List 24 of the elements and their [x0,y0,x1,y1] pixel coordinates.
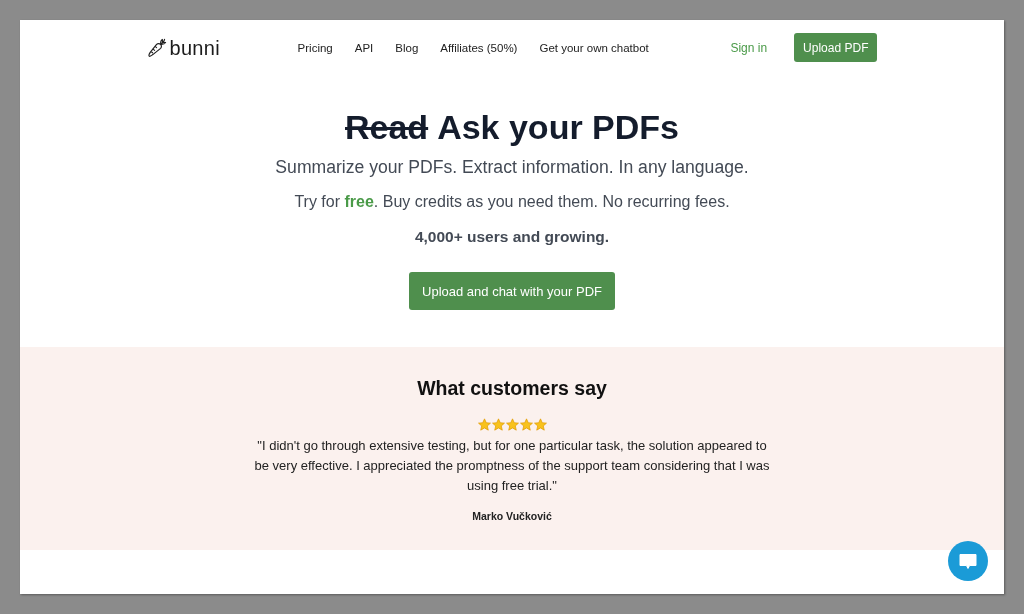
star-icon [519,418,533,431]
nav-link[interactable]: Affiliates (50%) [440,40,518,55]
nav-link[interactable]: Blog [395,40,419,55]
hero-heading: Ask your PDFs [437,107,679,148]
users-count-text: 4,000+ users and growing. [414,227,610,247]
logo-text[interactable]: bunni [169,36,220,59]
star-icon [491,418,505,431]
hero-subtitle: Summarize your PDFs. Extract information. In any language. [275,156,749,179]
upload-pdf-button[interactable]: Upload PDF [794,33,878,62]
carrot-icon[interactable] [146,37,167,58]
sign-in-link[interactable]: Sign in [730,40,768,55]
chat-icon[interactable] [948,541,988,581]
nav-link[interactable]: Get your own chatbot [539,40,649,55]
star-icon [533,418,547,431]
offer-text: Try for free. Buy credits as you need them. No recurring fees. [294,192,730,212]
testimonial-author: Marko Vučković [472,509,552,524]
section-heading: What customers say [417,376,607,401]
testimonial-quote: "I didn't go through extensive testing, but for one particular task, the solution appeared to be very effective. I appreciated the promptness of the support team considering that I was using free trial." [254,437,770,495]
star-icon [477,418,491,431]
struck-word: Read [345,107,429,148]
star-icon [505,418,519,431]
upload-and-chat-button[interactable]: Upload and chat with your PDF [409,272,615,310]
nav-link[interactable]: API [354,40,374,55]
nav-link[interactable]: Pricing [297,40,333,55]
